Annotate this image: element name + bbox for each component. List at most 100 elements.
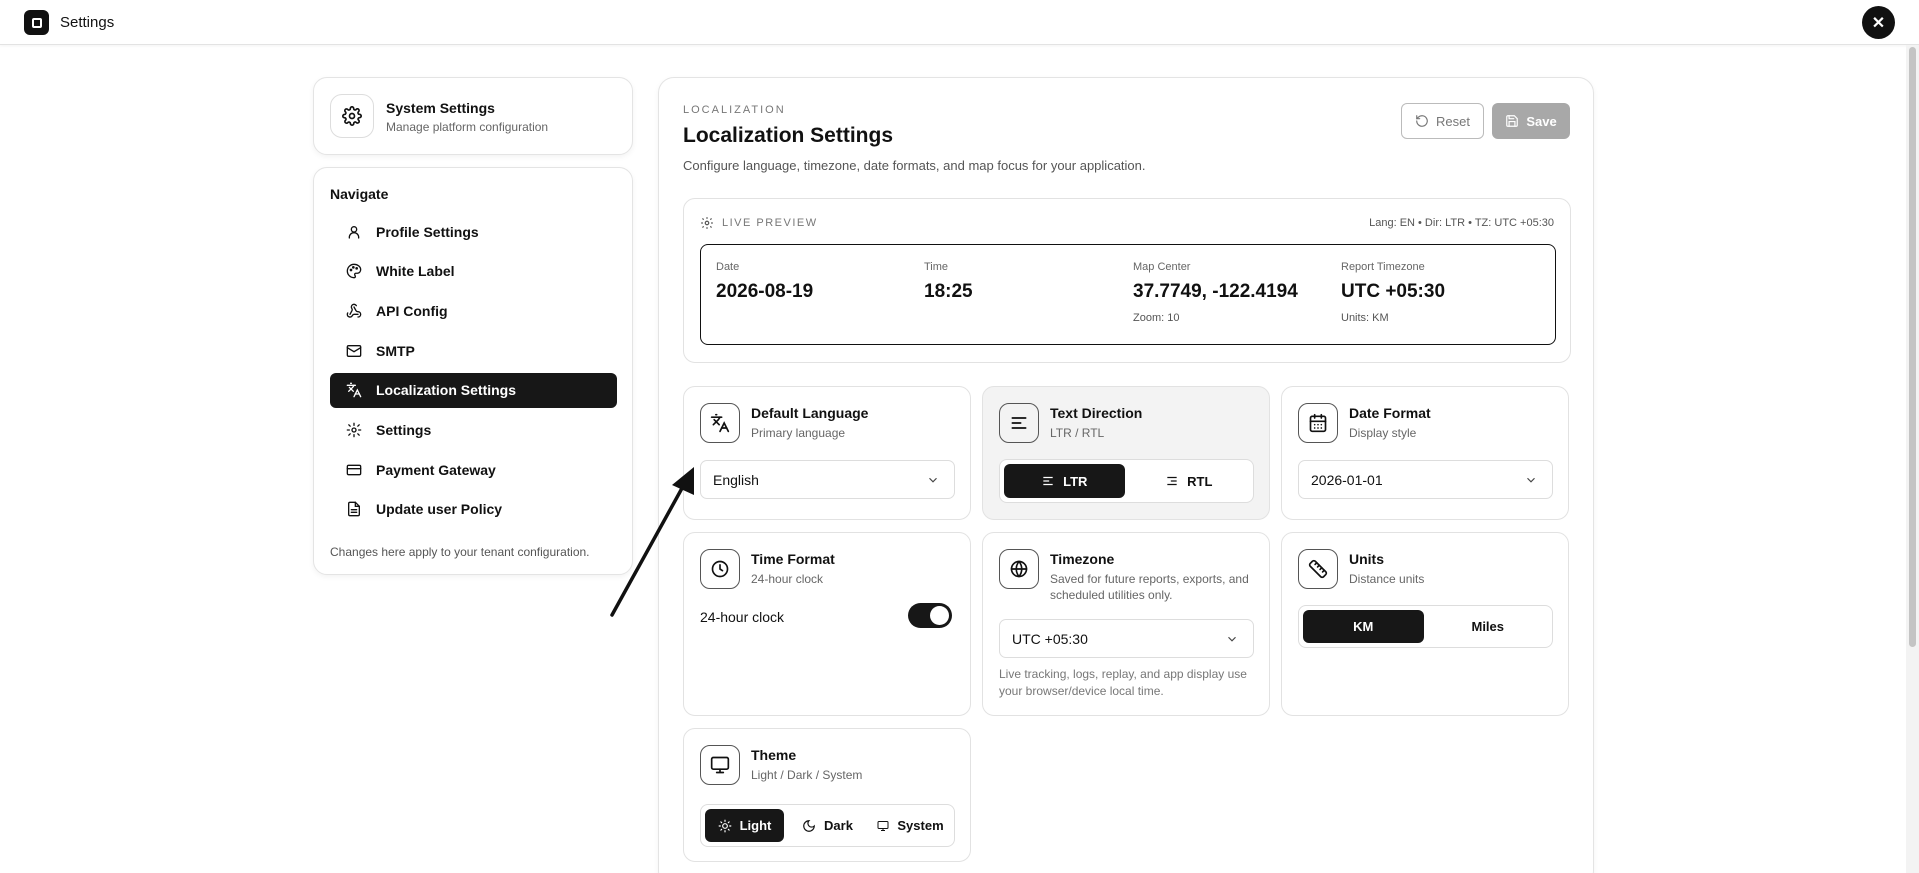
scrollbar-thumb[interactable] [1909, 47, 1916, 647]
sidebar-item-api-config[interactable]: API Config [330, 293, 617, 328]
palette-icon [346, 263, 362, 279]
localization-panel: LOCALIZATION Localization Settings Confi… [658, 77, 1594, 873]
date-format-title: Date Format [1349, 405, 1431, 421]
preview-date-value: 2026-08-19 [716, 281, 814, 302]
sidebar-item-payment-gateway[interactable]: Payment Gateway [330, 452, 617, 487]
sidebar-item-label: White Label [376, 263, 455, 280]
system-settings-title: System Settings [386, 100, 495, 116]
dark-option[interactable]: Dark [788, 809, 867, 842]
time-format-tile: Time Format 24-hour clock 24-hour clock [683, 532, 971, 716]
default-language-title: Default Language [751, 405, 869, 421]
gear-icon [701, 217, 713, 229]
sidebar-item-label: Payment Gateway [376, 461, 496, 478]
preview-date-label: Date [716, 261, 740, 273]
sidebar-item-label: SMTP [376, 342, 415, 359]
miles-option[interactable]: Miles [1428, 610, 1549, 643]
nav-list: Profile Settings White Label API Config … [330, 214, 617, 532]
preview-tz-units: Units: KM [1341, 312, 1389, 324]
system-label: System [897, 818, 944, 833]
user-icon [348, 225, 360, 239]
live-preview-card: LIVE PREVIEW Lang: EN • Dir: LTR • TZ: U… [683, 198, 1571, 363]
rtl-option[interactable]: RTL [1129, 464, 1250, 498]
app-title: Settings [60, 14, 115, 31]
24-hour-clock-label: 24-hour clock [700, 609, 785, 625]
timezone-note: Live tracking, logs, replay, and app dis… [999, 667, 1247, 698]
language-select[interactable]: English [700, 460, 955, 499]
navigation-card: Navigate Profile Settings White Label AP… [313, 167, 633, 575]
default-language-subtitle: Primary language [751, 426, 846, 440]
theme-tile: Theme Light / Dark / System Light Dark S… [683, 728, 971, 862]
save-button[interactable]: Save [1492, 103, 1570, 139]
units-tile: Units Distance units KM Miles [1281, 532, 1569, 716]
preview-meta: Lang: EN • Dir: LTR • TZ: UTC +05:30 [1369, 217, 1554, 229]
sidebar-item-label: Profile Settings [376, 223, 479, 240]
page-title: Localization Settings [683, 124, 894, 147]
rotate-ccw-icon [1416, 115, 1428, 127]
date-format-subtitle: Display style [1349, 426, 1417, 440]
clock-icon [700, 549, 740, 589]
sidebar-item-update-user-policy[interactable]: Update user Policy [330, 492, 617, 527]
align-left-icon [999, 403, 1039, 443]
scrollbar[interactable] [1906, 45, 1919, 873]
annotation-arrow [610, 467, 694, 617]
section-eyebrow: LOCALIZATION [683, 104, 786, 116]
file-icon [348, 501, 360, 517]
dark-label: Dark [824, 818, 853, 833]
nav-footer-note: Changes here apply to your tenant config… [330, 545, 590, 559]
units-subtitle: Distance units [1349, 572, 1425, 586]
chevron-down-icon [929, 477, 937, 483]
text-direction-tile: Text Direction LTR / RTL LTR RTL [982, 386, 1270, 520]
date-format-select-value: 2026-01-01 [1311, 471, 1383, 488]
sidebar-item-smtp[interactable]: SMTP [330, 333, 617, 368]
language-select-value: English [713, 471, 759, 488]
reset-button[interactable]: Reset [1401, 103, 1484, 139]
system-option[interactable]: System [871, 809, 950, 842]
languages-icon [346, 382, 362, 398]
sidebar-item-localization-settings[interactable]: Localization Settings [330, 372, 617, 408]
chevron-down-icon [1527, 477, 1535, 483]
preview-map-center: Map Center 37.7749, -122.4194 Zoom: 10 [1133, 261, 1298, 324]
preview-tz-label: Report Timezone [1341, 261, 1425, 273]
close-button[interactable]: ✕ [1862, 6, 1895, 39]
mail-icon [346, 344, 362, 357]
save-label: Save [1526, 113, 1557, 129]
preview-time-label: Time [924, 261, 949, 273]
miles-label: Miles [1471, 619, 1504, 634]
date-format-select[interactable]: 2026-01-01 [1298, 460, 1553, 499]
ltr-option[interactable]: LTR [1004, 464, 1125, 498]
gear-icon [346, 422, 362, 438]
24-hour-clock-toggle[interactable] [908, 603, 952, 628]
timezone-tile: Timezone Saved for future reports, expor… [982, 532, 1270, 716]
timezone-select[interactable]: UTC +05:30 [999, 619, 1254, 658]
time-format-title: Time Format [751, 551, 835, 567]
align-left-icon [1043, 476, 1053, 486]
sidebar-item-label: Update user Policy [376, 501, 503, 518]
live-preview-text: LIVE PREVIEW [722, 217, 818, 229]
sidebar-item-profile-settings[interactable]: Profile Settings [330, 214, 617, 249]
km-option[interactable]: KM [1303, 610, 1424, 643]
sidebar-item-white-label[interactable]: White Label [330, 254, 617, 289]
moon-icon [803, 819, 815, 832]
calendar-icon [1298, 403, 1338, 443]
text-direction-title: Text Direction [1050, 405, 1143, 421]
timezone-title: Timezone [1050, 551, 1115, 567]
default-language-tile: Default Language Primary language Englis… [683, 386, 971, 520]
time-format-subtitle: 24-hour clock [751, 572, 824, 586]
align-right-icon [1167, 476, 1177, 486]
ruler-icon [1298, 549, 1338, 589]
sidebar-item-settings[interactable]: Settings [330, 412, 617, 447]
live-preview-label: LIVE PREVIEW [700, 216, 818, 230]
app-logo-icon [24, 10, 49, 35]
text-direction-toggle: LTR RTL [999, 459, 1254, 503]
theme-toggle: Light Dark System [700, 804, 955, 847]
system-settings-card: System Settings Manage platform configur… [313, 77, 633, 155]
languages-icon [700, 403, 740, 443]
close-icon: ✕ [1871, 14, 1886, 32]
ltr-label: LTR [1063, 473, 1088, 489]
light-option[interactable]: Light [705, 809, 784, 842]
theme-subtitle: Light / Dark / System [751, 768, 863, 782]
chevron-down-icon [1228, 636, 1236, 642]
top-bar: Settings ✕ [0, 0, 1919, 45]
preview-map-label: Map Center [1133, 261, 1191, 273]
globe-icon [999, 549, 1039, 589]
